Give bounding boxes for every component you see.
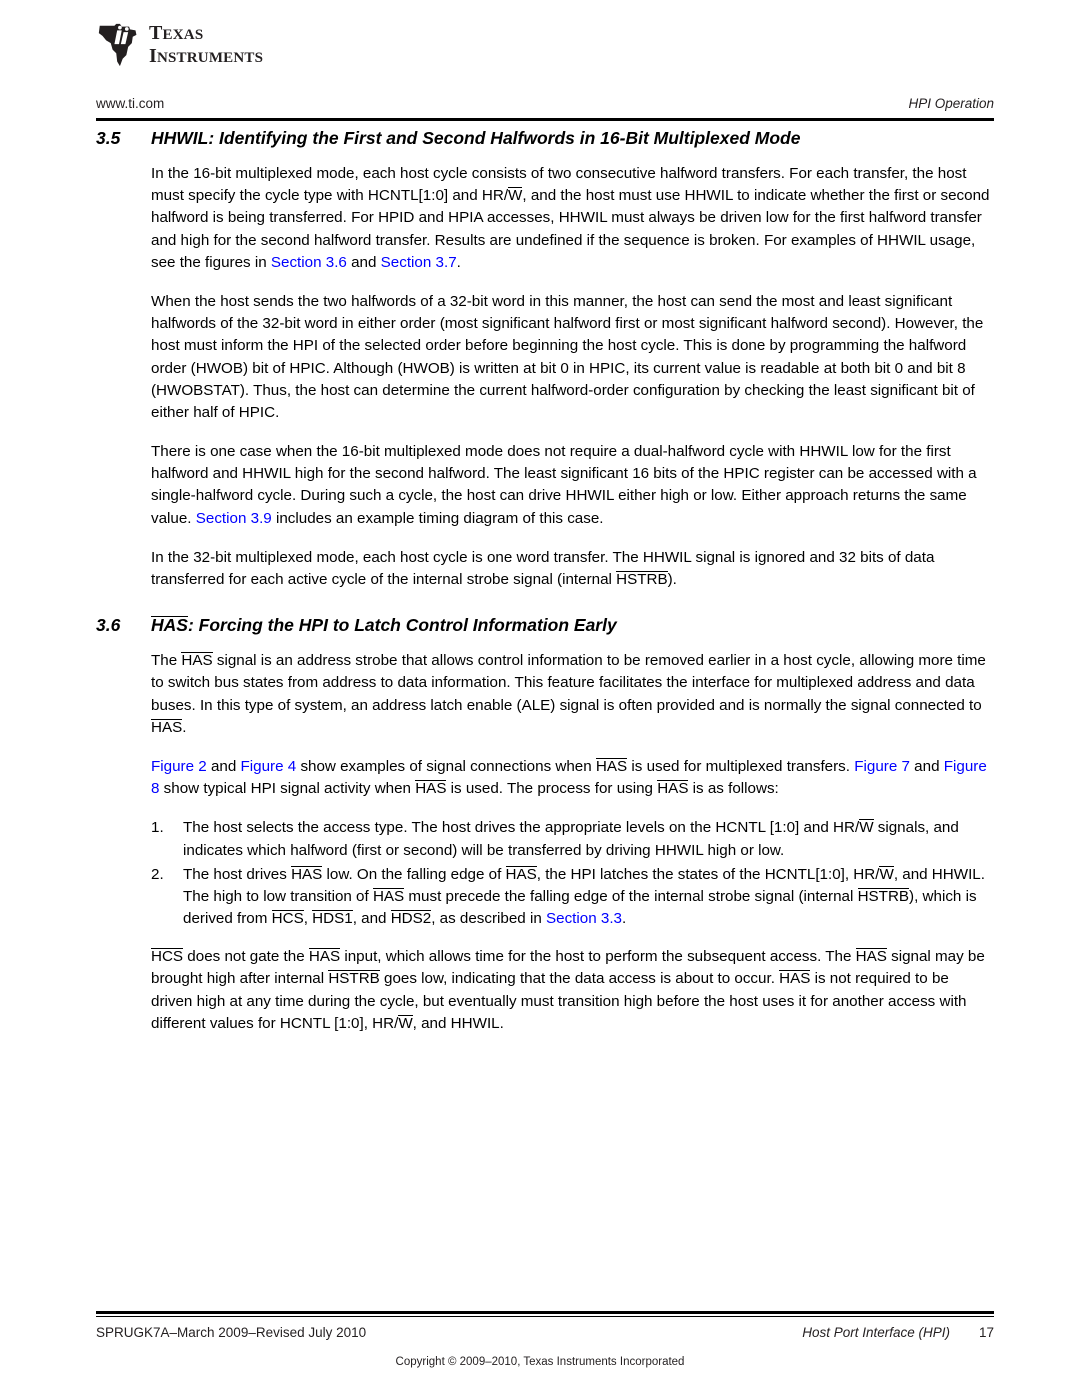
section-heading-3-5: 3.5 HHWIL: Identifying the First and Sec… — [96, 128, 994, 149]
footer-rule-thin — [96, 1316, 994, 1317]
overline-signal-has: HAS — [151, 615, 188, 636]
text-run: is as follows: — [688, 780, 779, 798]
text-run: , the HPI latches the states of the HCNT… — [536, 865, 880, 883]
text-run: The host drives — [183, 865, 292, 883]
page-footer: SPRUGK7A–March 2009–Revised July 2010 Ho… — [96, 1325, 994, 1345]
page-header: www.ti.com HPI Operation — [96, 96, 994, 120]
text-run: goes low, indicating that the data acces… — [379, 970, 780, 988]
overline-signal-hstrb: HSTRB — [857, 887, 910, 905]
text-run: input, which allows time for the host to… — [340, 948, 856, 966]
list-item: 1. The host selects the access type. The … — [151, 817, 994, 861]
text-run: . — [182, 718, 187, 736]
list-item-number: 1. — [151, 819, 164, 837]
link-section-3-9[interactable]: Section 3.9 — [196, 510, 272, 527]
link-figure-2[interactable]: Figure 2 — [151, 758, 207, 775]
footer-rule-thick — [96, 1311, 994, 1314]
link-section-3-7[interactable]: Section 3.7 — [381, 254, 457, 271]
overline-signal-hds1: HDS1 — [312, 910, 353, 928]
footer-copyright: Copyright © 2009–2010, Texas Instruments… — [395, 1356, 685, 1368]
link-figure-4[interactable]: Figure 4 — [241, 758, 297, 775]
section-heading-3-6: 3.6 HAS: Forcing the HPI to Latch Contro… — [96, 615, 994, 636]
text-run: is used. The process for using — [446, 780, 658, 798]
header-rule — [96, 118, 994, 121]
overline-signal-has: HAS — [505, 865, 537, 883]
text-run: low. On the falling edge of — [322, 865, 506, 883]
paragraph-3: There is one case when the 16-bit multip… — [151, 441, 994, 530]
overline-signal-hstrb: HSTRB — [616, 571, 668, 588]
paragraph-6: Figure 2 and Figure 4 show examples of s… — [151, 756, 994, 800]
text-run: The — [151, 652, 182, 670]
section-number: 3.6 — [96, 615, 121, 636]
text-run: : Forcing the HPI to Latch Control Infor… — [187, 615, 617, 636]
overline-signal-has: HAS — [291, 865, 323, 883]
overline-signal-w: W — [859, 819, 874, 837]
overline-signal-has: HAS — [657, 780, 689, 798]
header-running-head: HPI Operation — [908, 96, 994, 111]
ti-logo: TEXAS INSTRUMENTS — [96, 22, 263, 67]
link-section-3-3[interactable]: Section 3.3 — [546, 910, 622, 927]
overline-signal-has: HAS — [779, 970, 811, 988]
overline-signal-has: HAS — [308, 948, 341, 966]
section-title: HHWIL: Identifying the First and Second … — [151, 128, 801, 148]
logo-text-instruments: INSTRUMENTS — [149, 45, 264, 67]
text-run: . — [622, 910, 627, 928]
text-run: and — [346, 253, 381, 271]
text-run: must precede the falling edge of the int… — [404, 887, 858, 905]
text-run: includes an example timing diagram of th… — [271, 509, 604, 527]
text-run: show examples of signal connections when — [296, 757, 596, 775]
paragraph-2: When the host sends the two halfwords of… — [151, 292, 984, 421]
text-run: , — [303, 910, 313, 928]
text-run: and — [909, 757, 944, 775]
paragraph-1: In the 16-bit multiplexed mode, each hos… — [151, 163, 994, 274]
footer-doc-id: SPRUGK7A–March 2009–Revised July 2010 — [96, 1325, 367, 1340]
list-item: 2. The host drives HAS low. On the fallin… — [151, 864, 994, 931]
overline-signal-has: HAS — [372, 887, 405, 905]
footer-page-number: 17 — [978, 1325, 994, 1340]
page-content: 3.5 HHWIL: Identifying the First and Sec… — [96, 128, 994, 1052]
procedure-list: 1. The host selects the access type. The … — [96, 817, 994, 930]
overline-signal-hcs: HCS — [151, 948, 184, 966]
text-run: , and — [352, 910, 391, 928]
overline-signal-w: W — [508, 187, 523, 205]
overline-signal-hds2: HDS2 — [390, 910, 432, 928]
text-run: In the 32-bit multiplexed mode, each hos… — [151, 548, 935, 588]
overline-signal-has: HAS — [151, 718, 183, 736]
text-run: , as described in — [431, 910, 547, 928]
overline-signal-hstrb: HSTRB — [328, 970, 380, 988]
text-run: is used for multiplexed transfers. — [627, 757, 855, 775]
section-title: HAS: Forcing the HPI to Latch Control In… — [151, 615, 994, 636]
overline-signal-w: W — [398, 1014, 413, 1032]
text-run: . — [456, 253, 461, 271]
overline-signal-has: HAS — [415, 780, 447, 798]
text-run: show typical HPI signal activity when — [159, 780, 416, 798]
footer-running-title: Host Port Interface (HPI) — [802, 1325, 950, 1340]
link-figure-7[interactable]: Figure 7 — [854, 758, 910, 775]
ti-texas-logo-icon — [98, 23, 137, 67]
text-run: ). — [667, 571, 677, 588]
text-run: does not gate the — [183, 948, 309, 966]
paragraph-7: HCS does not gate the HAS input, which a… — [151, 946, 994, 1035]
paragraph-5: The HAS signal is an address strobe that… — [151, 650, 994, 739]
list-item-number: 2. — [151, 865, 164, 883]
overline-signal-has: HAS — [595, 757, 628, 775]
overline-signal-w: W — [879, 865, 894, 883]
text-run: The host selects the access type. The ho… — [183, 819, 860, 837]
overline-signal-hcs: HCS — [271, 910, 304, 928]
overline-signal-has: HAS — [855, 948, 887, 966]
text-run: signal is an address strobe that allows … — [151, 652, 986, 714]
logo-text-texas: TEXAS — [149, 22, 204, 44]
header-url[interactable]: www.ti.com — [96, 96, 164, 111]
text-run: , and HHWIL. — [412, 1014, 504, 1032]
text-run: and — [206, 757, 241, 775]
section-number: 3.5 — [96, 128, 121, 148]
overline-signal-has: HAS — [181, 652, 213, 670]
paragraph-4: In the 32-bit multiplexed mode, each hos… — [151, 547, 994, 591]
document-page: TEXAS INSTRUMENTS www.ti.com HPI Operati… — [0, 0, 1080, 1397]
link-section-3-6[interactable]: Section 3.6 — [271, 254, 347, 271]
